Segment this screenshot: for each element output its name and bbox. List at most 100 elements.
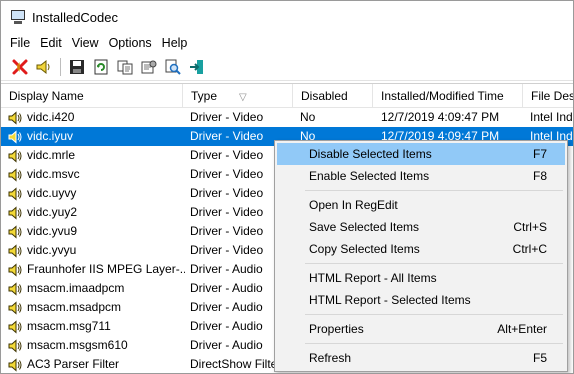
menu-item-shortcut: F7 xyxy=(532,147,547,161)
refresh-button[interactable] xyxy=(90,56,112,78)
toolbar xyxy=(1,53,573,81)
find-button[interactable] xyxy=(162,56,184,78)
refresh-icon xyxy=(94,59,108,74)
row-name-text: vidc.iyuv xyxy=(27,129,74,143)
table-row[interactable]: vidc.i420 Driver - Video No 12/7/2019 4:09:… xyxy=(1,108,573,127)
menu-item-label: HTML Report - Selected Items xyxy=(309,293,471,307)
context-menu-item[interactable]: HTML Report - Selected Items xyxy=(277,289,565,311)
window-title: InstalledCodec xyxy=(32,9,118,25)
save-button[interactable] xyxy=(66,56,88,78)
context-menu-item[interactable]: Save Selected Items Ctrl+S xyxy=(277,216,565,238)
column-installed-time[interactable]: Installed/Modified Time xyxy=(373,84,523,108)
properties-icon xyxy=(141,60,157,73)
column-label: Display Name xyxy=(9,89,84,103)
cell-disabled: No xyxy=(300,110,316,124)
row-name-text: Fraunhofer IIS MPEG Layer-... xyxy=(27,262,185,276)
column-disabled[interactable]: Disabled xyxy=(293,84,373,108)
speaker-icon xyxy=(8,148,22,163)
row-name-text: vidc.yvyu xyxy=(27,243,77,257)
app-icon xyxy=(10,9,26,25)
cell-display-name: vidc.iyuv xyxy=(7,127,185,146)
menu-separator xyxy=(305,343,563,344)
speaker-icon xyxy=(8,205,22,220)
row-name-text: msacm.msgsm610 xyxy=(27,338,128,352)
cell-display-name: AC3 Parser Filter xyxy=(7,355,185,373)
column-label: File Descr xyxy=(531,89,573,103)
save-icon xyxy=(70,59,84,74)
exit-button[interactable] xyxy=(186,56,208,78)
row-name-text: vidc.i420 xyxy=(27,110,75,124)
cell-installed-time: 12/7/2019 4:09:47 PM xyxy=(381,110,500,124)
exit-icon xyxy=(190,59,203,74)
speaker-icon xyxy=(8,129,22,144)
cell-display-name: vidc.mrle xyxy=(7,146,185,165)
copy-icon xyxy=(117,60,133,74)
menu-item-shortcut: Ctrl+S xyxy=(513,220,547,234)
menu-item-shortcut: F8 xyxy=(532,169,547,183)
speaker-icon xyxy=(8,110,22,125)
find-icon xyxy=(165,59,181,75)
menu-file[interactable]: File xyxy=(5,33,35,53)
context-menu-item[interactable]: Enable Selected Items F8 xyxy=(277,165,565,187)
menu-options[interactable]: Options xyxy=(104,33,157,53)
row-name-text: AC3 Parser Filter xyxy=(27,357,120,371)
column-type[interactable]: Type ▽ xyxy=(183,84,293,108)
cell-display-name: vidc.msvc xyxy=(7,165,185,184)
menu-help[interactable]: Help xyxy=(157,33,193,53)
enable-button[interactable] xyxy=(33,56,55,78)
speaker-icon xyxy=(8,357,22,372)
cell-display-name: msacm.msgsm610 xyxy=(7,336,185,355)
context-menu-item[interactable]: HTML Report - All Items xyxy=(277,267,565,289)
speaker-icon xyxy=(8,262,22,277)
menu-item-shortcut: F5 xyxy=(532,351,547,365)
menu-item-label: Open In RegEdit xyxy=(309,198,398,212)
column-display-name[interactable]: Display Name xyxy=(1,84,183,108)
list-header: Display Name Type ▽ Disabled Installed/Mo… xyxy=(1,84,573,108)
cell-display-name: Fraunhofer IIS MPEG Layer-... xyxy=(7,260,185,279)
column-file-description[interactable]: File Descr xyxy=(523,84,573,108)
row-name-text: vidc.yuy2 xyxy=(27,205,78,219)
menu-item-label: Properties xyxy=(309,322,364,336)
menu-separator xyxy=(305,314,563,315)
row-name-text: vidc.yvu9 xyxy=(27,224,78,238)
disable-button[interactable] xyxy=(9,56,31,78)
cell-display-name: vidc.uyvy xyxy=(7,184,185,203)
speaker-icon xyxy=(8,243,22,258)
speaker-icon xyxy=(8,167,22,182)
context-menu-item[interactable]: Disable Selected Items F7 xyxy=(277,143,565,165)
context-menu-item[interactable]: Refresh F5 xyxy=(277,347,565,369)
context-menu: Disable Selected Items F7 Enable Selected … xyxy=(274,140,568,372)
sort-arrow-icon: ▽ xyxy=(239,92,247,103)
menu-item-label: Copy Selected Items xyxy=(309,242,420,256)
context-menu-item[interactable]: Open In RegEdit xyxy=(277,194,565,216)
context-menu-item[interactable]: Copy Selected Items Ctrl+C xyxy=(277,238,565,260)
row-name-text: vidc.mrle xyxy=(27,148,76,162)
speaker-icon xyxy=(8,186,22,201)
cell-file-description: Intel Ind xyxy=(530,110,573,124)
cell-type: Driver - Video xyxy=(190,110,264,124)
cell-display-name: vidc.i420 xyxy=(7,108,185,127)
cell-display-name: vidc.yuy2 xyxy=(7,203,185,222)
cell-display-name: msacm.msg711 xyxy=(7,317,185,336)
row-name-text: msacm.msadpcm xyxy=(27,300,122,314)
menu-item-label: Disable Selected Items xyxy=(309,147,432,161)
copy-button[interactable] xyxy=(114,56,136,78)
speaker-icon xyxy=(8,281,22,296)
properties-button[interactable] xyxy=(138,56,160,78)
row-name-text: msacm.imaadpcm xyxy=(27,281,125,295)
enable-speaker-icon xyxy=(36,59,50,74)
context-menu-item[interactable]: Properties Alt+Enter xyxy=(277,318,565,340)
menu-edit[interactable]: Edit xyxy=(35,33,67,53)
speaker-icon xyxy=(8,224,22,239)
speaker-icon xyxy=(8,338,22,353)
cell-display-name: vidc.yvu9 xyxy=(7,222,185,241)
column-label: Type xyxy=(191,89,218,103)
menu-view[interactable]: View xyxy=(67,33,104,53)
menu-bar: File Edit View Options Help xyxy=(1,33,573,53)
menu-item-label: Save Selected Items xyxy=(309,220,420,234)
title-bar[interactable]: InstalledCodec xyxy=(1,1,573,33)
cell-display-name: vidc.yvyu xyxy=(7,241,185,260)
speaker-icon xyxy=(8,300,22,315)
app-window: InstalledCodec File Edit View Options He… xyxy=(0,0,574,374)
menu-item-label: HTML Report - All Items xyxy=(309,271,437,285)
